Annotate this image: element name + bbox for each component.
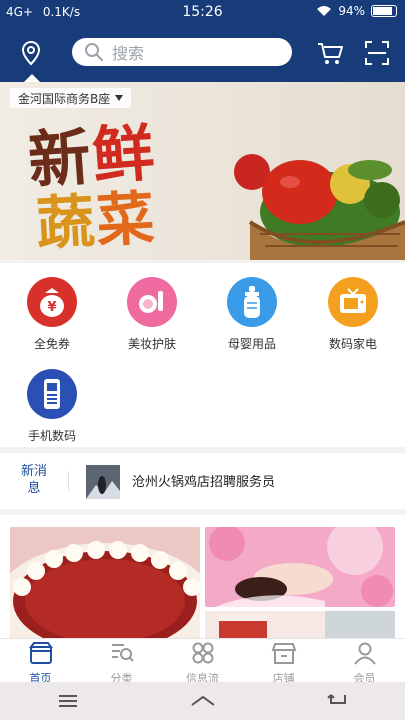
home-nav-icon[interactable] [190,691,216,711]
banner-char-3: 蔬 [34,187,99,259]
money-bag-icon: ¥ [27,277,77,327]
location-label: 金河国际商务B座 [18,91,111,106]
category-item-free-coupon[interactable]: ¥ 全免券 [12,277,92,352]
news-headline[interactable]: 沧州火锅鸡店招聘服务员 [132,471,275,490]
news-ticker[interactable]: 新消息 沧州火锅鸡店招聘服务员 [0,453,405,509]
product-card-dessert[interactable] [205,611,395,638]
category-label: 手机数码 [27,429,76,443]
tab-member[interactable]: 会员 [324,639,405,685]
dessert-image [205,611,395,638]
category-label: 全免券 [33,337,70,351]
category-icon [111,644,134,662]
cart-icon[interactable] [316,40,344,66]
category-grid: ¥ 全免券 美妆护肤 母婴用品 数码家电 手机数码 [0,263,405,447]
menu-icon[interactable] [55,691,81,711]
bottom-tab-bar: 首页 分类 信息流 店铺 会员 [0,638,405,685]
promo-banner[interactable]: 新鲜 蔬菜 [0,82,405,260]
product-card-cake[interactable] [10,527,200,638]
category-item-phone[interactable]: 手机数码 [12,369,92,444]
news-tag: 新消息 [20,464,47,496]
category-label: 母婴用品 [227,337,276,351]
product-grid [0,515,405,638]
back-icon[interactable] [325,691,351,711]
spa-image [205,527,395,607]
phone-icon [27,369,77,419]
svg-text:¥: ¥ [47,300,56,315]
tab-category[interactable]: 分类 [81,639,162,685]
product-card-spa[interactable] [205,527,395,607]
baby-bottle-icon [227,277,277,327]
banner-title-line2: 蔬菜 [34,171,158,260]
location-pointer [24,74,40,82]
top-header: 4G+ 0.1K/s 15:26 94% 搜索 [0,0,405,82]
category-label: 美妆护肤 [127,337,176,351]
banner-char-4: 菜 [94,183,158,255]
category-item-baby[interactable]: 母婴用品 [212,277,292,352]
status-bar: 4G+ 0.1K/s 15:26 94% [0,0,405,26]
category-item-cosmetics[interactable]: 美妆护肤 [112,277,192,352]
battery-percent: 94% [338,4,365,18]
vegetable-basket-image [234,154,405,260]
wifi-icon [317,6,332,16]
store-icon [271,643,296,664]
tab-home[interactable]: 首页 [0,639,81,685]
status-right: 94% [316,4,397,18]
tab-feed[interactable]: 信息流 [162,639,243,685]
location-pin-icon[interactable] [18,40,44,66]
search-icon [85,43,103,61]
news-thumbnail [86,465,120,499]
feed-icon [192,642,213,664]
member-icon [353,642,376,665]
scan-icon[interactable] [364,40,390,66]
category-label: 数码家电 [328,337,377,351]
search-placeholder: 搜索 [112,44,145,63]
caret-down-icon [115,95,124,101]
cosmetics-icon [127,277,177,327]
tab-store[interactable]: 店铺 [243,639,324,685]
category-item-digital[interactable]: 数码家电 [313,277,393,352]
news-divider [68,471,69,491]
battery-icon [371,5,397,17]
cake-image [10,527,200,638]
tv-icon [328,277,378,327]
home-icon [28,642,53,664]
system-nav-bar [0,682,405,720]
location-selector[interactable]: 金河国际商务B座 [10,88,132,108]
search-bar[interactable]: 搜索 [72,38,292,66]
